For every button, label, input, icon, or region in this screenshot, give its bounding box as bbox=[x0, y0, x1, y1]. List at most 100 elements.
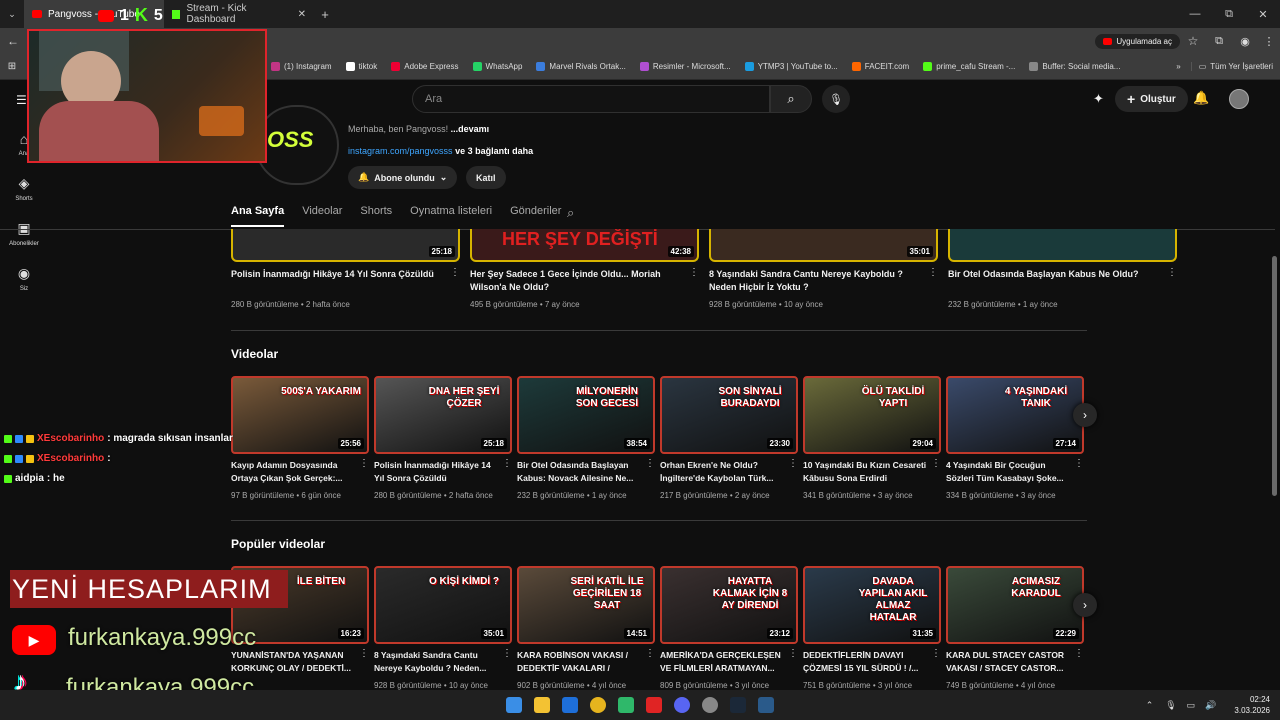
back-icon[interactable]: ← bbox=[0, 34, 26, 48]
page-scrollbar[interactable] bbox=[1272, 256, 1277, 496]
instagram-link[interactable]: instagram.com/pangvosss bbox=[348, 146, 453, 156]
steam-icon[interactable] bbox=[730, 697, 746, 713]
subscribed-button[interactable]: 🔔 Abone olundu ⌄ bbox=[348, 166, 458, 189]
app-icon[interactable] bbox=[618, 697, 634, 713]
video-card[interactable]: DNA HER ŞEYİ ÇÖZER 25:18 Polisin İnanmadığ… bbox=[374, 376, 512, 500]
tab-4[interactable]: Gönderiler bbox=[510, 205, 561, 227]
video-title[interactable]: 8 Yaşındaki Sandra Cantu Nereye Kayboldu… bbox=[709, 268, 924, 294]
video-thumbnail[interactable]: ACIMASIZ KARADUL 22:29 bbox=[946, 566, 1084, 644]
video-title[interactable]: 4 Yaşındaki Bir Çocuğun Sözleri Tüm Kasa… bbox=[946, 459, 1072, 485]
more-options-icon[interactable]: ⋮ bbox=[502, 648, 512, 659]
youtube-app-icon[interactable] bbox=[646, 697, 662, 713]
video-card[interactable]: O KİŞİ KİMDİ ? 35:01 8 Yaşındaki Sandra Ca… bbox=[374, 566, 512, 690]
profile-icon[interactable]: ◉ bbox=[1232, 35, 1258, 48]
more-options-icon[interactable]: ⋮ bbox=[931, 458, 941, 469]
video-card[interactable]: SON SİNYALİ BURADAYDI 23:30 Orhan Ekren'e … bbox=[660, 376, 798, 500]
more-options-icon[interactable]: ⋮ bbox=[359, 648, 369, 659]
bookmark-item[interactable]: YTMP3 | YouTube to... bbox=[738, 62, 845, 71]
video-card[interactable]: 500$'A YAKARIM 25:56 Kayıp Adamın Dosyasın… bbox=[231, 376, 369, 500]
video-card[interactable]: DAVADA YAPILAN AKIL ALMAZ HATALAR 31:35 DE… bbox=[803, 566, 941, 690]
video-title[interactable]: Bir Otel Odasında Başlayan Kabus Ne Oldu… bbox=[948, 268, 1163, 294]
bookmark-item[interactable]: FACEIT.com bbox=[845, 62, 916, 71]
more-options-icon[interactable]: ⋮ bbox=[1074, 458, 1084, 469]
popular-next-button[interactable]: › bbox=[1073, 593, 1097, 617]
video-card[interactable]: 25:18 Polisin İnanmadığı Hikâye 14 Yıl So… bbox=[231, 229, 460, 309]
video-thumbnail[interactable] bbox=[948, 229, 1177, 262]
video-title[interactable]: AMERİKA'DA GERÇEKLEŞEN VE FİLMLERİ ARATM… bbox=[660, 649, 786, 675]
notifications-icon[interactable]: 🔔 bbox=[1193, 90, 1209, 106]
video-card[interactable]: 4 YAŞINDAKİ TANIK 27:14 4 Yaşındaki Bir Ço… bbox=[946, 376, 1084, 500]
file-explorer-icon[interactable] bbox=[534, 697, 550, 713]
video-title[interactable]: 8 Yaşındaki Sandra Cantu Nereye Kayboldu… bbox=[374, 649, 500, 675]
videos-section-title[interactable]: Videolar bbox=[231, 347, 278, 361]
more-links[interactable]: ve 3 bağlantı daha bbox=[455, 146, 533, 156]
video-title[interactable]: KARA DUL STACEY CASTOR VAKASI / STACEY C… bbox=[946, 649, 1072, 675]
videos-next-button[interactable]: › bbox=[1073, 403, 1097, 427]
video-thumbnail[interactable]: ÖLÜ TAKLİDİ YAPTI 29:04 bbox=[803, 376, 941, 454]
channel-search-icon[interactable]: ⌕ bbox=[567, 205, 574, 221]
account-avatar[interactable] bbox=[1229, 89, 1249, 109]
bookmark-item[interactable]: Buffer: Social media... bbox=[1022, 62, 1127, 71]
volume-icon[interactable]: 🔊 bbox=[1205, 700, 1216, 711]
create-button[interactable]: + Oluştur bbox=[1115, 86, 1188, 112]
search-input[interactable]: Ara bbox=[412, 85, 770, 113]
video-card[interactable]: ACIMASIZ KARADUL 22:29 KARA DUL STACEY CAS… bbox=[946, 566, 1084, 690]
video-title[interactable]: Her Şey Sadece 1 Gece İçinde Oldu... Mor… bbox=[470, 268, 685, 294]
video-title[interactable]: Kayıp Adamın Dosyasında Ortaya Çıkan Şok… bbox=[231, 459, 357, 485]
video-thumbnail[interactable]: DAVADA YAPILAN AKIL ALMAZ HATALAR 31:35 bbox=[803, 566, 941, 644]
video-thumbnail[interactable]: O KİŞİ KİMDİ ? 35:01 bbox=[374, 566, 512, 644]
bookmark-item[interactable]: (1) Instagram bbox=[264, 62, 339, 71]
sidebar-item-shorts[interactable]: ◈ Shorts bbox=[0, 175, 48, 202]
microphone-tray-icon[interactable]: 🎙 bbox=[1165, 700, 1176, 711]
new-tab-button[interactable]: + bbox=[314, 7, 336, 22]
channel-description[interactable]: Merhaba, ben Pangvoss! ...devamı bbox=[348, 124, 489, 134]
tab-search-icon[interactable]: ⌄ bbox=[0, 9, 24, 20]
apps-icon[interactable]: ⊞ bbox=[0, 61, 24, 72]
video-title[interactable]: Bir Otel Odasında Başlayan Kabus: Novack… bbox=[517, 459, 643, 485]
video-thumbnail[interactable]: MİLYONERİN SON GECESİ 38:54 bbox=[517, 376, 655, 454]
start-icon[interactable] bbox=[506, 697, 522, 713]
more-options-icon[interactable]: ⋮ bbox=[450, 267, 460, 278]
video-thumbnail[interactable]: 25:18 bbox=[231, 229, 460, 262]
mail-icon[interactable] bbox=[562, 697, 578, 713]
video-card[interactable]: HAYATTA KALMAK İÇİN 8 AY DİRENDİ 23:12 AME… bbox=[660, 566, 798, 690]
video-title[interactable]: YUNANİSTAN'DA YAŞANAN KORKUNÇ OLAY / DED… bbox=[231, 649, 357, 675]
sidebar-item-subscriptions[interactable]: ▣ Abonelikler bbox=[0, 220, 48, 247]
discord-icon[interactable] bbox=[674, 697, 690, 713]
more-options-icon[interactable]: ⋮ bbox=[689, 267, 699, 278]
bookmark-item[interactable]: Adobe Express bbox=[384, 62, 465, 71]
more-options-icon[interactable]: ⋮ bbox=[359, 458, 369, 469]
video-thumbnail[interactable]: DNA HER ŞEYİ ÇÖZER 25:18 bbox=[374, 376, 512, 454]
close-window-button[interactable]: ✕ bbox=[1246, 8, 1280, 21]
more-options-icon[interactable]: ⋮ bbox=[1167, 267, 1177, 278]
minimize-button[interactable]: — bbox=[1178, 8, 1212, 20]
video-title[interactable]: Polisin İnanmadığı Hikâye 14 Yıl Sonra Ç… bbox=[231, 268, 446, 294]
more-options-icon[interactable]: ⋮ bbox=[931, 648, 941, 659]
video-thumbnail[interactable]: HER ŞEY DEĞİŞTİ 42:38 bbox=[470, 229, 699, 262]
popular-section-title[interactable]: Popüler videolar bbox=[231, 537, 325, 551]
close-tab-icon[interactable]: ✕ bbox=[298, 9, 306, 20]
chrome-icon[interactable] bbox=[590, 697, 606, 713]
more-options-icon[interactable]: ⋮ bbox=[788, 458, 798, 469]
sidebar-item-profile[interactable]: ◉ Siz bbox=[0, 265, 48, 292]
tab-2[interactable]: Shorts bbox=[360, 205, 392, 227]
tray-chevron-icon[interactable]: ⌃ bbox=[1146, 700, 1154, 711]
more-options-icon[interactable]: ⋮ bbox=[502, 458, 512, 469]
bookmark-item[interactable]: Resimler - Microsoft... bbox=[633, 62, 738, 71]
video-thumbnail[interactable]: 500$'A YAKARIM 25:56 bbox=[231, 376, 369, 454]
more-options-icon[interactable]: ⋮ bbox=[928, 267, 938, 278]
video-thumbnail[interactable]: SON SİNYALİ BURADAYDI 23:30 bbox=[660, 376, 798, 454]
video-thumbnail[interactable]: 35:01 bbox=[709, 229, 938, 262]
video-card[interactable]: ÖLÜ TAKLİDİ YAPTI 29:04 10 Yaşındaki Bu Kı… bbox=[803, 376, 941, 500]
video-title[interactable]: Polisin İnanmadığı Hikâye 14 Yıl Sonra Ç… bbox=[374, 459, 500, 485]
obs-icon[interactable] bbox=[702, 697, 718, 713]
join-button[interactable]: Katıl bbox=[466, 166, 506, 189]
extensions-icon[interactable]: ⧉ bbox=[1206, 35, 1232, 48]
video-card[interactable]: SERİ KATİL İLE GEÇİRİLEN 18 SAAT 14:51 KAR… bbox=[517, 566, 655, 690]
star-icon[interactable]: ☆ bbox=[1180, 34, 1206, 48]
video-card[interactable]: MİLYONERİN SON GECESİ 38:54 Bir Otel Odası… bbox=[517, 376, 655, 500]
maximize-button[interactable]: ⧉ bbox=[1212, 8, 1246, 21]
video-title[interactable]: DEDEKTİFLERİN DAVAYI ÇÖZMESİ 15 YIL SÜRD… bbox=[803, 649, 929, 675]
tab-3[interactable]: Oynatma listeleri bbox=[410, 205, 492, 227]
tab-1[interactable]: Videolar bbox=[302, 205, 342, 227]
